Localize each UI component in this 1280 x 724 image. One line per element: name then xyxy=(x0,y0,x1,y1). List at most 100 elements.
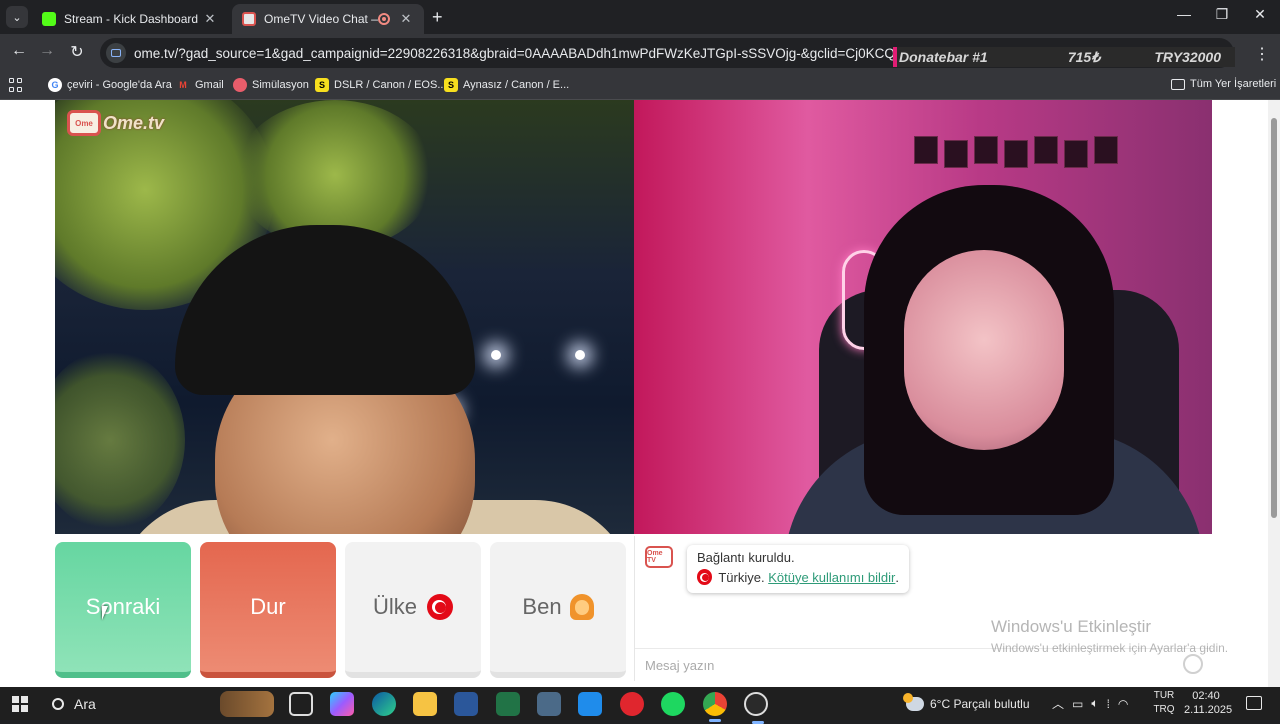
scrollbar-thumb[interactable] xyxy=(1271,118,1277,518)
restore-icon[interactable]: ❐ xyxy=(1212,6,1232,23)
ometv-tv-icon: Ome xyxy=(67,110,101,136)
donatebar-overlay: Donatebar #1 715₺ TRY32000 xyxy=(893,47,1235,67)
bookmark-simulasyon[interactable]: Simülasyon xyxy=(233,78,309,92)
close-icon[interactable]: ✕ xyxy=(398,11,414,27)
foliage xyxy=(55,350,185,530)
close-icon[interactable]: ✕ xyxy=(202,11,218,27)
bookmark-gmail[interactable]: M Gmail xyxy=(176,78,224,92)
bookmark-label: Simülasyon xyxy=(252,79,309,91)
clock[interactable]: 02:40 2.11.2025 xyxy=(1184,689,1233,717)
battery-icon[interactable]: ▭ xyxy=(1072,697,1083,711)
bookmark-dslr-canon[interactable]: S DSLR / Canon / EOS... xyxy=(315,78,447,92)
wall-poster xyxy=(1004,140,1028,168)
google-icon: G xyxy=(48,78,62,92)
watermark-subtitle: Windows'u etkinleştirmek için Ayarlar'a … xyxy=(991,641,1229,655)
next-button-label: Sonraki xyxy=(85,594,161,619)
reload-icon[interactable]: ↻ xyxy=(66,42,88,62)
tab-kick-dashboard[interactable]: Stream - Kick Dashboard ✕ xyxy=(32,4,228,34)
bookmark-label: Tüm Yer İşaretleri xyxy=(1190,78,1277,90)
file-explorer-icon[interactable] xyxy=(413,692,437,716)
woman-emoji-icon xyxy=(569,594,594,620)
wall-poster xyxy=(1034,136,1058,164)
stop-button[interactable]: Dur xyxy=(200,542,336,678)
forward-arrow-icon[interactable]: → xyxy=(36,42,58,60)
tab-search-button[interactable]: ⌄ xyxy=(6,6,28,28)
wall-poster xyxy=(974,136,998,164)
all-bookmarks[interactable]: Tüm Yer İşaretleri xyxy=(1171,78,1276,90)
task-view-icon[interactable] xyxy=(289,692,313,716)
street-lamp xyxy=(491,350,501,360)
street-lamp xyxy=(575,350,585,360)
stop-button-label: Dur xyxy=(250,594,286,619)
gender-me-button[interactable]: Ben xyxy=(490,542,626,678)
tab-title: OmeTV Video Chat — Ome xyxy=(264,12,378,26)
microphone-icon[interactable]: ⁞ xyxy=(1107,697,1110,711)
bookmark-label: Gmail xyxy=(195,79,224,91)
bookmark-label: çeviri - Google'da Ara xyxy=(67,79,172,91)
start-windows-icon[interactable] xyxy=(12,696,28,712)
country-button-label: Ülke xyxy=(372,594,417,619)
bookmark-s-icon: S xyxy=(315,78,329,92)
chat-panel: Ome TV Bağlantı kuruldu. Türkiye. Kötüye… xyxy=(634,536,1213,681)
language-code: TUR xyxy=(1153,690,1175,701)
tab-bar: ⌄ Stream - Kick Dashboard ✕ OmeTV Video … xyxy=(0,0,1280,34)
tab-ometv[interactable]: OmeTV Video Chat — Ome ✕ xyxy=(232,4,424,34)
mouse-cursor-icon xyxy=(102,606,114,620)
system-message: Bağlantı kuruldu. Türkiye. Kötüye kullan… xyxy=(687,545,909,593)
ometv-logo: Ome Ome.tv xyxy=(67,110,164,136)
country-button[interactable]: Ülke xyxy=(345,542,481,678)
excel-icon[interactable] xyxy=(496,692,520,716)
new-tab-plus-icon[interactable]: + xyxy=(432,7,443,28)
clock-date: 2.11.2025 xyxy=(1184,704,1233,716)
report-abuse-link[interactable]: Kötüye kullanımı bildir xyxy=(768,570,895,585)
search-highlight-image[interactable] xyxy=(220,691,274,717)
bookmark-icon xyxy=(233,78,247,92)
weather-widget[interactable]: 6°C Parçalı bulutlu xyxy=(903,687,1030,720)
apps-grid-icon[interactable] xyxy=(9,78,23,92)
site-settings-icon[interactable] xyxy=(106,43,126,63)
obs-icon[interactable] xyxy=(744,692,768,724)
close-window-icon[interactable]: ✕ xyxy=(1250,6,1270,23)
windows-activation-watermark: Windows'u Etkinleştir Windows'u etkinleş… xyxy=(991,617,1228,655)
system-tray: ︿ ▭ 🔈︎ ⁞ ◠ xyxy=(1052,687,1128,720)
bookmark-label: DSLR / Canon / EOS... xyxy=(334,79,447,91)
message-placeholder: Mesaj yazın xyxy=(645,658,715,673)
chevron-up-icon[interactable]: ︿ xyxy=(1052,695,1064,712)
gmail-icon: M xyxy=(179,80,187,90)
wall-poster xyxy=(944,140,968,168)
emoji-picker-icon[interactable] xyxy=(1183,654,1203,674)
store-icon[interactable] xyxy=(578,692,602,716)
back-arrow-icon[interactable]: ← xyxy=(8,42,30,60)
search-icon xyxy=(52,698,64,710)
partly-cloudy-icon xyxy=(903,692,924,711)
word-icon[interactable] xyxy=(454,692,478,716)
next-button[interactable]: Sonraki xyxy=(55,542,191,678)
ometv-wordmark: Ome.tv xyxy=(103,112,165,133)
wifi-icon[interactable]: ◠ xyxy=(1118,697,1128,711)
kebab-menu-icon[interactable]: ⋮ xyxy=(1254,44,1270,64)
kick-icon xyxy=(42,12,56,26)
opera-icon[interactable] xyxy=(620,692,644,716)
folder-icon xyxy=(1171,78,1185,90)
stranger-video: Ome Ome.tv xyxy=(55,100,634,534)
language-indicator[interactable]: TUR TRQ xyxy=(1148,689,1180,717)
notification-icon[interactable] xyxy=(1246,696,1262,710)
donatebar-title: Donatebar #1 xyxy=(899,49,988,65)
page-scrollbar[interactable] xyxy=(1268,100,1280,687)
person-face xyxy=(904,250,1064,450)
bookmark-google-search[interactable]: G çeviri - Google'da Ara xyxy=(48,78,172,92)
weather-text: 6°C Parçalı bulutlu xyxy=(930,696,1030,711)
watermark-title: Windows'u Etkinleştir xyxy=(991,617,1152,636)
chrome-icon[interactable] xyxy=(703,692,727,722)
bookmark-s-icon: S xyxy=(444,78,458,92)
copilot-icon[interactable] xyxy=(330,692,354,716)
self-video xyxy=(634,100,1212,534)
bookmark-aynasiz-canon[interactable]: S Aynasız / Canon / E... xyxy=(444,78,569,92)
spotify-icon[interactable] xyxy=(661,692,685,716)
volume-icon[interactable]: 🔈︎ xyxy=(1091,696,1098,711)
calculator-icon[interactable] xyxy=(537,692,561,716)
minimize-icon[interactable]: — xyxy=(1174,6,1194,22)
keyboard-layout: TRQ xyxy=(1153,704,1175,715)
turkey-flag-icon xyxy=(427,594,453,620)
edge-icon[interactable] xyxy=(372,692,396,716)
